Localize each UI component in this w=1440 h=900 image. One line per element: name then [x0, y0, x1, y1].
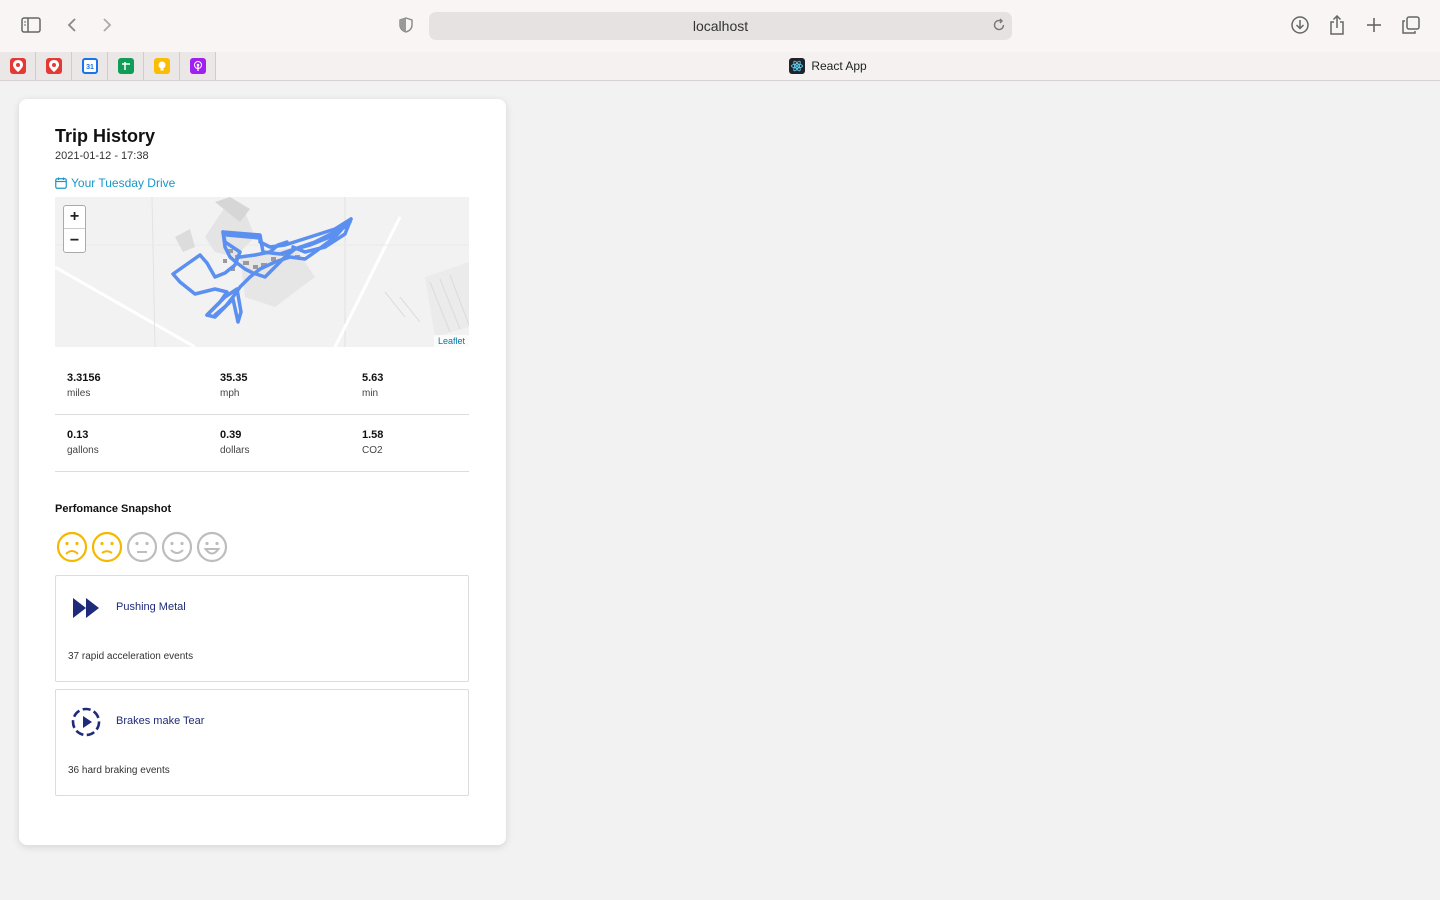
pinned-tabs: 31	[0, 52, 216, 80]
stat-unit: miles	[67, 388, 91, 399]
keep-bulb-icon	[153, 58, 170, 74]
page-title: Trip History	[55, 126, 156, 146]
tab-react-app[interactable]: React App	[216, 52, 1440, 80]
event-title: Pushing Metal	[116, 601, 186, 613]
new-tab-icon[interactable]	[1364, 15, 1384, 35]
calendar-icon	[55, 177, 67, 189]
trip-history-card: Trip History 2021-01-12 - 17:38 Your Tue…	[19, 99, 506, 845]
sidebar-toggle-icon[interactable]	[20, 16, 42, 34]
tab-title: React App	[811, 59, 867, 73]
share-icon[interactable]	[1327, 14, 1347, 36]
very-satisfied-face-icon	[196, 531, 228, 563]
event-description: 36 hard braking events	[68, 765, 170, 776]
stat-unit: dollars	[220, 445, 250, 456]
map-zoom-control: + −	[63, 205, 86, 253]
pinned-tab-sheets[interactable]	[108, 52, 144, 80]
stats-row: 0.13 gallons 0.39 dollars 1.58 CO2	[55, 415, 469, 472]
browser-toolbar: localhost	[0, 0, 1440, 52]
trip-datetime: 2021-01-12 - 17:38	[55, 150, 149, 162]
map-pin-icon	[9, 58, 26, 74]
stat-fuel: 0.13 gallons	[67, 429, 99, 456]
pinned-tab-keep[interactable]	[144, 52, 180, 80]
svg-text:31: 31	[86, 64, 94, 70]
tab-overview-icon[interactable]	[1401, 15, 1421, 35]
stat-speed: 35.35 mph	[220, 372, 248, 399]
stats-row: 3.3156 miles 35.35 mph 5.63 min	[55, 358, 469, 415]
stat-value: 35.35	[220, 372, 248, 384]
stat-unit: min	[362, 388, 379, 399]
privacy-shield-icon[interactable]	[398, 16, 414, 34]
stat-value: 0.39	[220, 429, 242, 441]
stat-duration: 5.63 min	[362, 372, 383, 399]
tab-bar: 31 React App	[0, 52, 1440, 81]
event-card-braking[interactable]: Brakes make Tear 36 hard braking events	[55, 689, 469, 796]
map-attribution[interactable]: Leaflet	[433, 335, 469, 347]
downloads-icon[interactable]	[1290, 15, 1310, 35]
very-dissatisfied-face-icon	[56, 531, 88, 563]
pinned-tab-maps-2[interactable]	[36, 52, 72, 80]
satisfied-face-icon	[161, 531, 193, 563]
stat-value: 5.63	[362, 372, 384, 384]
stat-value: 1.58	[362, 429, 384, 441]
performance-snapshot-title: Perfomance Snapshot	[55, 503, 172, 515]
react-logo-icon	[789, 58, 806, 74]
sheets-icon	[117, 58, 134, 74]
address-bar[interactable]: localhost	[429, 12, 1012, 40]
stat-distance: 3.3156 miles	[67, 372, 101, 399]
zoom-in-button[interactable]: +	[64, 206, 85, 229]
stat-unit: mph	[220, 388, 240, 399]
address-text: localhost	[692, 18, 749, 34]
neutral-face-icon	[126, 531, 158, 563]
pinned-tab-maps[interactable]	[0, 52, 36, 80]
fast-forward-icon	[73, 598, 99, 618]
play-circle-dashed-icon	[71, 707, 101, 737]
stat-unit: CO2	[362, 445, 383, 456]
pinned-tab-calendar[interactable]: 31	[72, 52, 108, 80]
back-icon[interactable]	[64, 16, 80, 34]
event-card-acceleration[interactable]: Pushing Metal 37 rapid acceleration even…	[55, 575, 469, 682]
forward-icon[interactable]	[99, 16, 115, 34]
zoom-out-button[interactable]: −	[64, 229, 85, 252]
stat-cost: 0.39 dollars	[220, 429, 249, 456]
podcasts-icon	[189, 58, 206, 74]
event-title: Brakes make Tear	[116, 715, 205, 727]
map-pin-icon	[45, 58, 62, 74]
stat-unit: gallons	[67, 445, 99, 456]
drive-label: Your Tuesday Drive	[71, 176, 176, 190]
dissatisfied-face-icon	[91, 531, 123, 563]
reload-icon[interactable]	[992, 18, 1006, 35]
trip-map[interactable]: + − Leaflet	[55, 197, 469, 347]
drive-link[interactable]: Your Tuesday Drive	[55, 176, 175, 190]
stat-value: 0.13	[67, 429, 89, 441]
pinned-tab-podcasts[interactable]	[180, 52, 216, 80]
map-tiles	[55, 197, 469, 347]
stat-value: 3.3156	[67, 372, 101, 384]
trip-stats: 3.3156 miles 35.35 mph 5.63 min 0.13 gal…	[55, 358, 469, 472]
stat-co2: 1.58 CO2	[362, 429, 383, 456]
event-description: 37 rapid acceleration events	[68, 651, 194, 662]
calendar-icon: 31	[81, 58, 98, 74]
performance-rating	[56, 531, 231, 563]
